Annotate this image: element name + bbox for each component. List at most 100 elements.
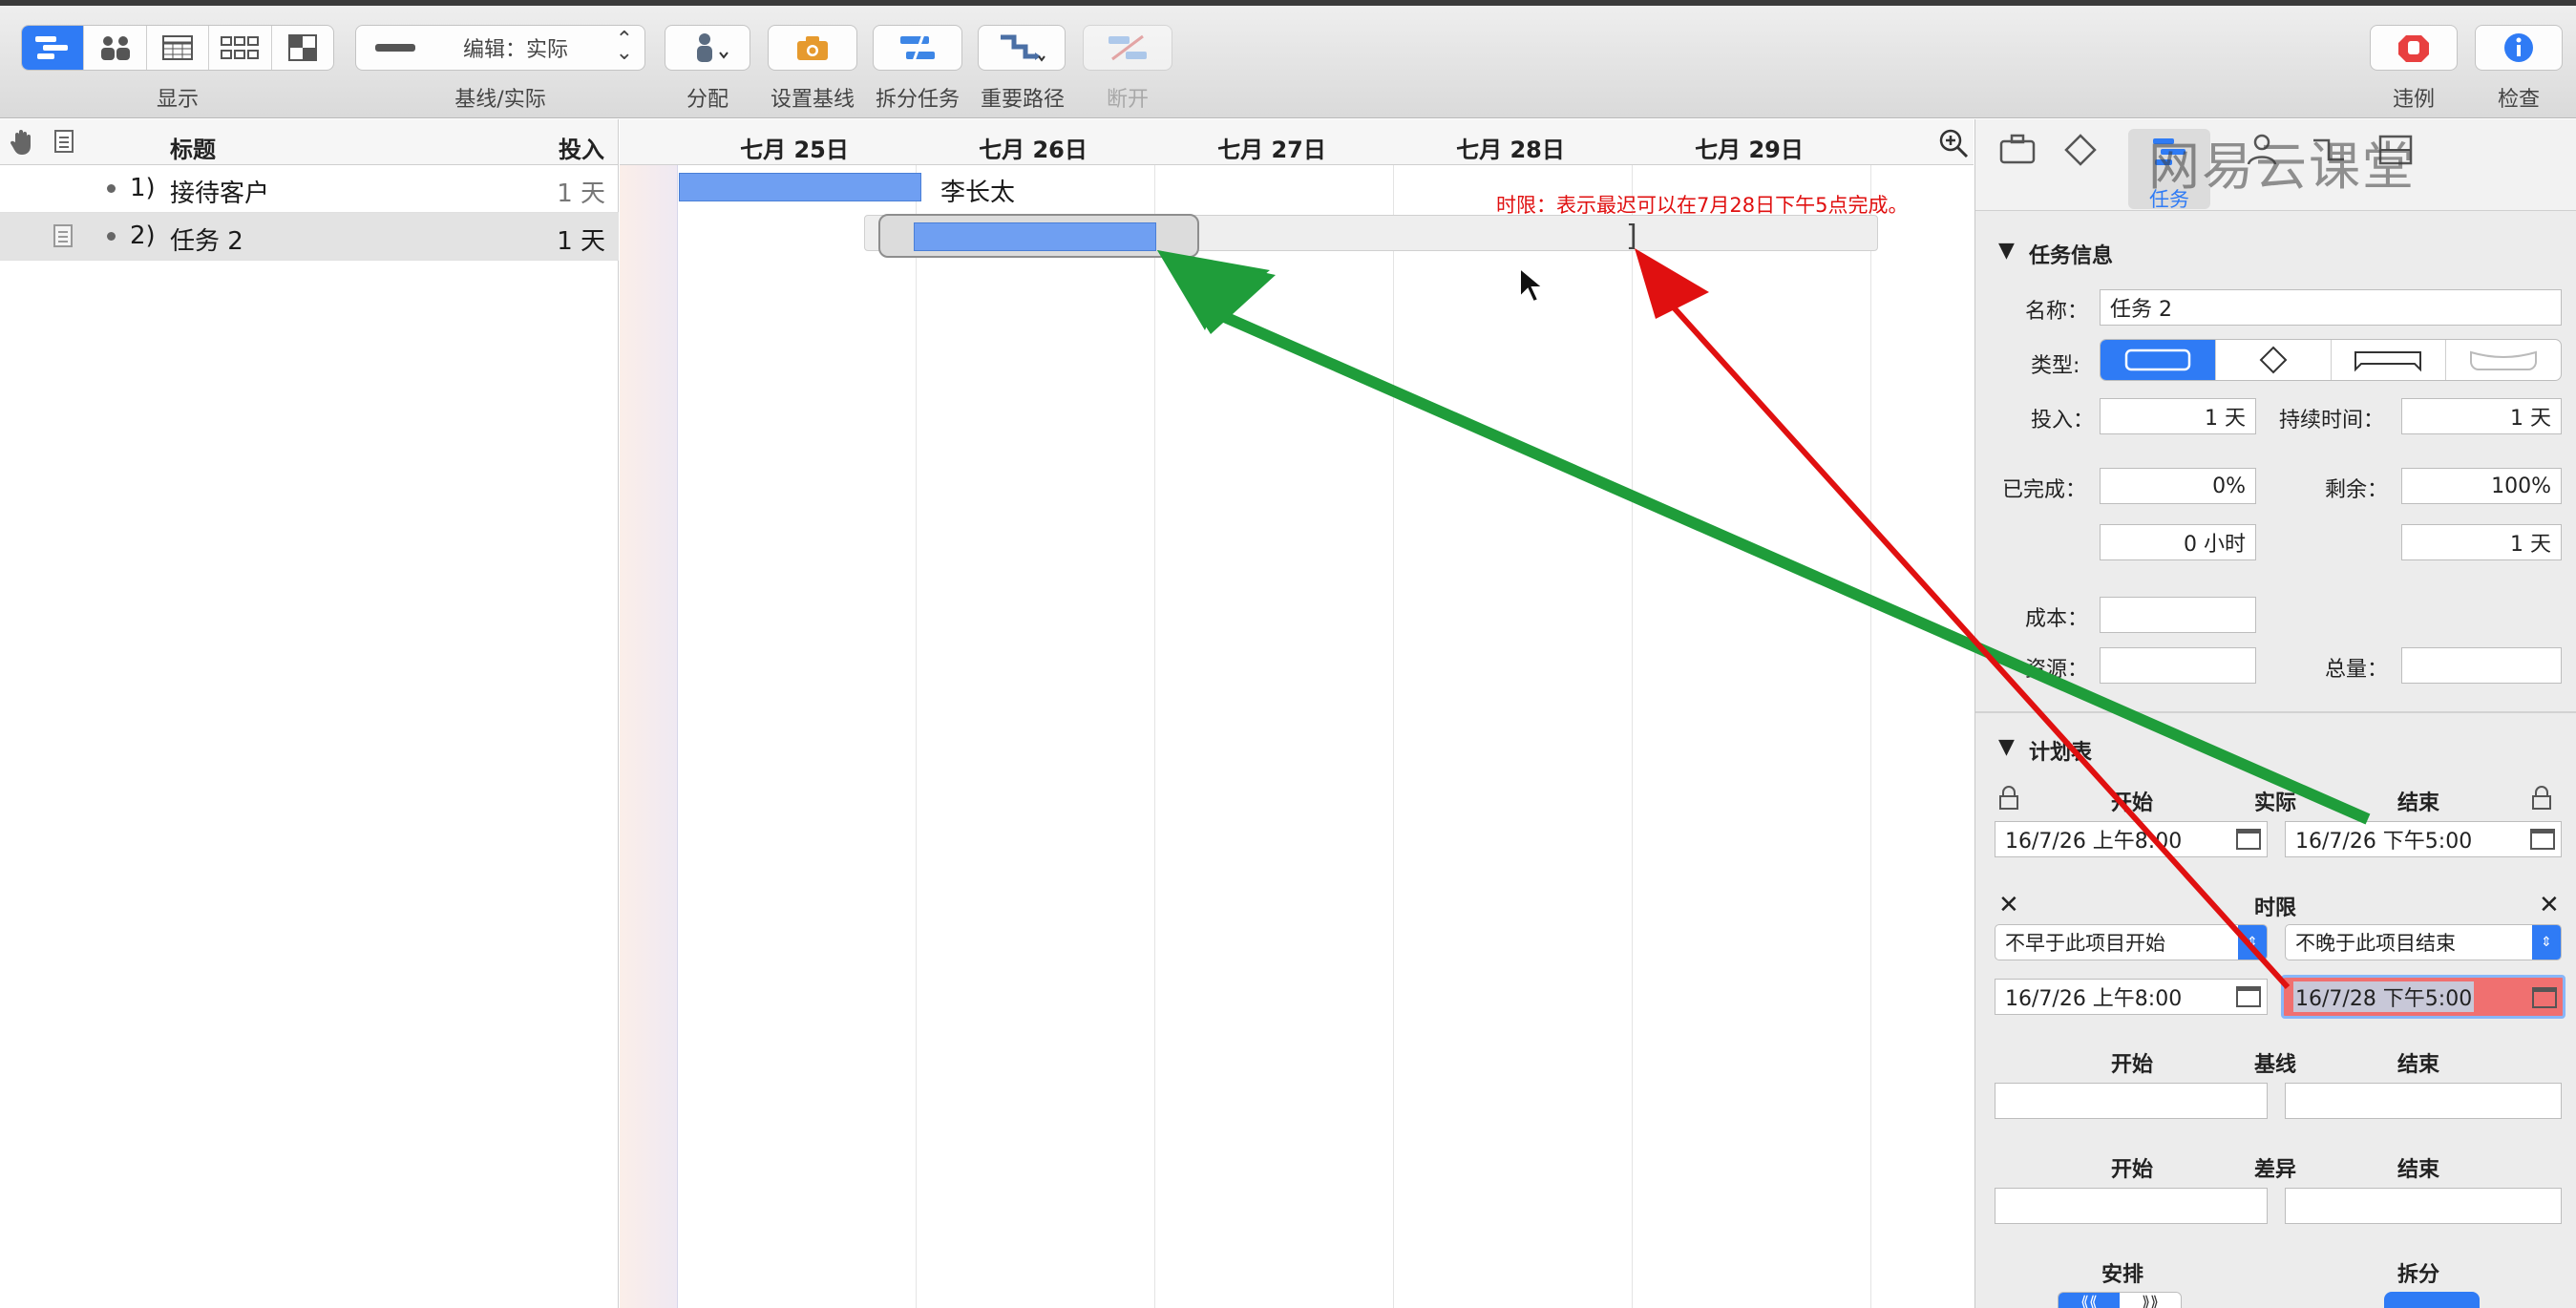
chevron-updown-icon: ⇕ <box>2238 925 2267 960</box>
day-label: 七月 28日 <box>1456 137 1565 163</box>
col-title-header[interactable]: 标题 <box>170 131 216 164</box>
project-tab-icon[interactable] <box>1998 133 2037 169</box>
chevron-updown-icon: ⇕ <box>2532 925 2561 960</box>
resource-label: 资源： <box>2025 658 2089 682</box>
milestone-type-icon[interactable] <box>2216 340 2332 380</box>
split-toggle[interactable] <box>2384 1292 2480 1308</box>
task-effort[interactable]: 1 天 <box>557 222 605 257</box>
effort-label: 投入： <box>2031 409 2095 432</box>
camera-icon <box>797 36 828 60</box>
constraint-end-date-field[interactable]: 16/7/28 下午5:00 <box>2281 975 2565 1019</box>
variance-start-field[interactable] <box>1995 1188 2268 1224</box>
violations-label: 违例 <box>2392 88 2436 112</box>
baseline-start-field[interactable] <box>1995 1083 2268 1119</box>
resources-view-icon[interactable] <box>84 26 147 70</box>
cost-field[interactable] <box>2100 597 2256 633</box>
task-title[interactable]: 接待客户 <box>170 174 269 209</box>
actual-start-field[interactable]: 16/7/26 上午8:00 <box>1995 821 2268 857</box>
grid-line <box>1632 165 1633 1308</box>
set-baseline-button[interactable] <box>768 25 857 71</box>
leveling-forward-icon[interactable]: ⟫⟫ <box>2120 1293 2181 1308</box>
remaining-days-field[interactable]: 1 天 <box>2401 524 2562 560</box>
hand-icon[interactable] <box>10 129 34 159</box>
day-label: 七月 29日 <box>1695 137 1804 163</box>
schedule-disclosure[interactable]: ▼ <box>1998 735 2015 759</box>
inspector-panel: 任务 ▼ 任务信息 名称： 任务 2 类型: 投入： 1 天 持续时间： 1 天… <box>1974 119 2576 1308</box>
constraint-start-select[interactable]: 不早于此项目开始 ⇕ <box>1995 924 2268 960</box>
split-label: 拆分 <box>2397 1263 2440 1287</box>
styles-view-icon[interactable] <box>272 26 333 70</box>
baseline-actual-popup[interactable]: 编辑：实际 ⌃ ⌄ <box>355 25 645 71</box>
group-type-icon[interactable] <box>2332 340 2447 380</box>
assign-button[interactable] <box>665 25 750 71</box>
task-type-segmented-control[interactable] <box>2100 339 2562 381</box>
hammock-type-icon[interactable] <box>2446 340 2561 380</box>
info-icon <box>2504 33 2533 62</box>
calendar-icon[interactable] <box>2532 987 2557 1008</box>
gantt-chart[interactable]: 七月 25日 七月 26日 七月 27日 七月 28日 七月 29日 李长太 ] <box>620 119 1974 1308</box>
constraint-end-select[interactable]: 不晚于此项目结束 ⇕ <box>2285 924 2562 960</box>
task-type-icon[interactable] <box>2101 340 2216 380</box>
leveling-segmented-control[interactable]: ⟪⟪ ⟫⟫ <box>2058 1292 2182 1308</box>
calendar-icon[interactable] <box>2530 829 2555 850</box>
calendar-icon[interactable] <box>2236 829 2261 850</box>
critical-path-icon <box>1001 34 1045 62</box>
view-mode-segmented-control[interactable] <box>21 25 334 71</box>
task-bar[interactable] <box>679 173 921 201</box>
actual-start-value: 16/7/26 上午8:00 <box>2005 830 2183 854</box>
split-task-button[interactable] <box>873 25 962 71</box>
actual-end-value: 16/7/26 下午5:00 <box>2295 830 2473 854</box>
zoom-in-icon[interactable] <box>1937 127 1970 163</box>
inspect-label: 检查 <box>2497 88 2541 112</box>
duration-field[interactable]: 1 天 <box>2401 398 2562 434</box>
baseline-label: 基线/实际 <box>454 88 546 112</box>
task-number: 2) <box>130 222 156 250</box>
milestone-tab-icon[interactable] <box>2063 133 2098 171</box>
variance-end-field[interactable] <box>2285 1188 2562 1224</box>
baseline-end-field[interactable] <box>2285 1083 2562 1119</box>
col-effort-header[interactable]: 投入 <box>559 131 604 164</box>
effort-field[interactable]: 1 天 <box>2100 398 2256 434</box>
note-column-icon[interactable] <box>53 129 74 158</box>
calendar-view-icon[interactable] <box>147 26 210 70</box>
task-bar-selected[interactable] <box>914 222 1156 251</box>
lock-icon[interactable] <box>1998 786 2019 814</box>
day-label: 七月 26日 <box>979 137 1087 163</box>
violations-button[interactable] <box>2370 25 2458 71</box>
clear-constraint-end-icon[interactable]: ✕ <box>2539 891 2560 919</box>
disconnect-button[interactable] <box>1083 25 1172 71</box>
duration-label: 持续时间： <box>2279 409 2385 432</box>
clear-constraint-start-icon[interactable]: ✕ <box>1998 891 2019 919</box>
completed-hours-field[interactable]: 0 小时 <box>2100 524 2256 560</box>
gantt-view-icon[interactable] <box>22 26 85 70</box>
total-label: 总量： <box>2325 658 2389 682</box>
remaining-field[interactable]: 100% <box>2401 468 2562 504</box>
lock-icon[interactable] <box>2531 786 2552 814</box>
task-info-disclosure[interactable]: ▼ <box>1998 239 2015 263</box>
bullet-icon <box>107 184 116 193</box>
leveling-label: 安排 <box>2101 1263 2144 1287</box>
network-view-icon[interactable] <box>209 26 272 70</box>
task-effort[interactable]: 1 天 <box>557 174 605 209</box>
total-field[interactable] <box>2401 647 2562 684</box>
resource-field[interactable] <box>2100 647 2256 684</box>
completed-field[interactable]: 0% <box>2100 468 2256 504</box>
line-style-icon <box>375 44 415 52</box>
constraint-label: 时限 <box>2254 897 2297 920</box>
task-title[interactable]: 任务 2 <box>170 222 243 257</box>
actual-end-field[interactable]: 16/7/26 下午5:00 <box>2285 821 2562 857</box>
critical-path-button[interactable] <box>978 25 1066 71</box>
leveling-backward-icon[interactable]: ⟪⟪ <box>2059 1293 2120 1308</box>
actual-end-label: 结束 <box>2397 791 2440 815</box>
task-row[interactable]: 1) 接待客户 1 天 <box>0 165 619 213</box>
day-label: 七月 27日 <box>1217 137 1326 163</box>
inspect-button[interactable] <box>2475 25 2563 71</box>
constraint-start-date-field[interactable]: 16/7/26 上午8:00 <box>1995 979 2268 1015</box>
task-row-selected[interactable]: 2) 任务 2 1 天 <box>0 213 619 261</box>
updown-chevron-icon: ⌃ ⌄ <box>615 28 633 65</box>
variance-end-label: 结束 <box>2397 1158 2440 1182</box>
note-icon[interactable] <box>53 224 73 254</box>
calendar-icon[interactable] <box>2236 986 2261 1007</box>
name-field[interactable]: 任务 2 <box>2100 289 2562 326</box>
cost-label: 成本： <box>2025 607 2089 631</box>
